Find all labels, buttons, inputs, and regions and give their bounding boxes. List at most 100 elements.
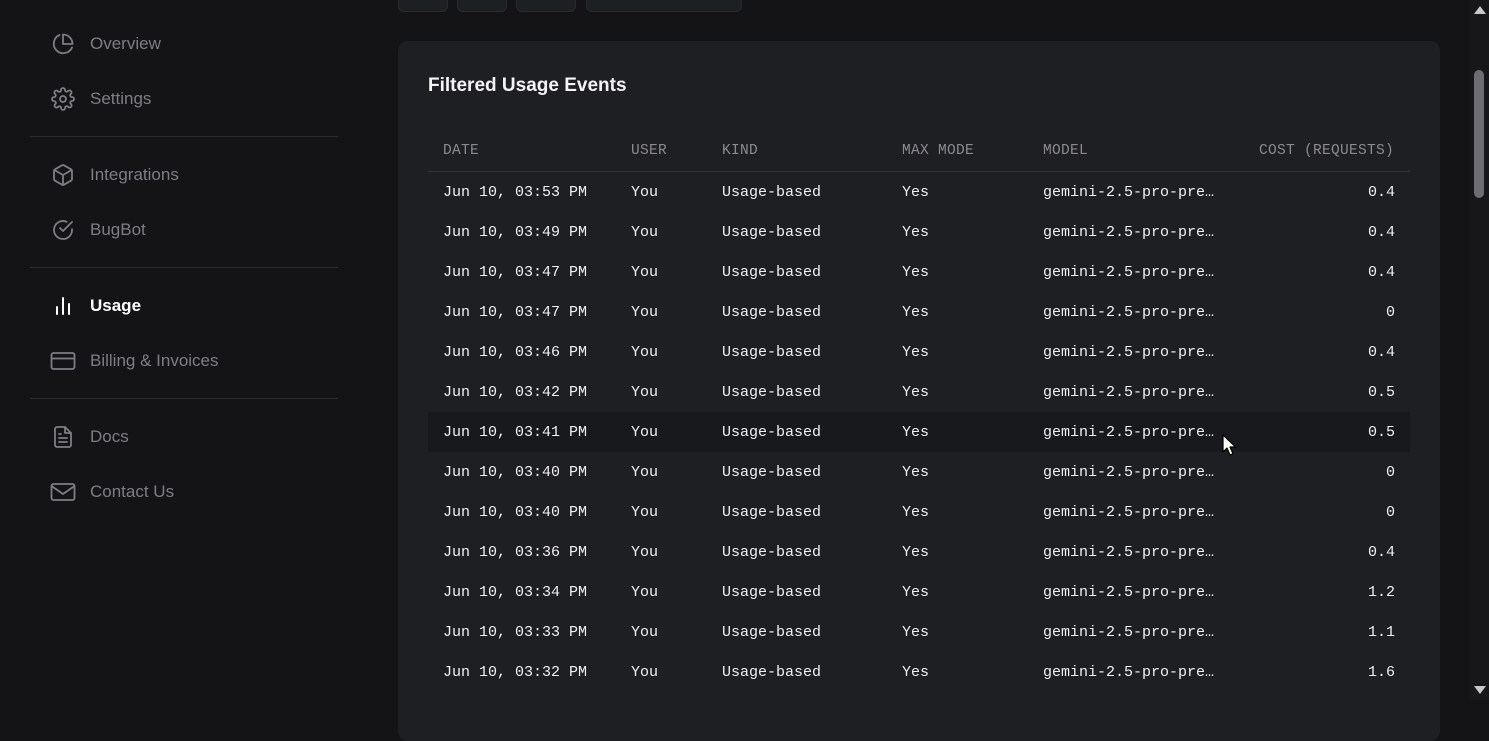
table-row[interactable]: Jun 10, 03:40 PM You Usage-based Yes gemini-… [428,492,1410,532]
sidebar-divider [30,136,338,137]
sidebar-item-settings[interactable]: Settings [50,81,151,117]
table-row[interactable]: Jun 10, 03:53 PM You Usage-based Yes gemini-… [428,172,1410,212]
sidebar-divider [30,398,338,399]
cell-user: You [631,223,659,241]
cell-model: gemini-2.5-pro-pre… [1043,503,1215,521]
cell-cost: 0.5 [1367,423,1395,441]
cell-date: Jun 10, 03:53 PM [443,183,588,201]
cell-kind: Usage-based [722,383,822,401]
cell-date: Jun 10, 03:40 PM [443,503,588,521]
cell-max-mode: Yes [902,183,930,201]
cell-model: gemini-2.5-pro-pre… [1043,463,1215,481]
cell-user: You [631,383,659,401]
cell-user: You [631,503,659,521]
cell-kind: Usage-based [722,463,822,481]
cell-date: Jun 10, 03:47 PM [443,263,588,281]
sidebar-item-label: Overview [90,34,161,53]
table-row[interactable]: Jun 10, 03:42 PM You Usage-based Yes gemini-… [428,372,1410,412]
table-row[interactable]: Jun 10, 03:41 PM You Usage-based Yes gemini-… [428,412,1410,452]
scroll-up-arrow-icon[interactable] [1474,6,1486,14]
sidebar-item-integrations[interactable]: Integrations [50,157,179,193]
sidebar-item-overview[interactable]: Overview [50,26,161,62]
sidebar-item-label: Settings [90,89,152,108]
table-row[interactable]: Jun 10, 03:46 PM You Usage-based Yes gemini-… [428,332,1410,372]
cell-kind: Usage-based [722,303,822,321]
cell-cost: 0 [1385,303,1395,321]
cell-max-mode: Yes [902,263,930,281]
cell-kind: Usage-based [722,543,822,561]
cell-max-mode: Yes [902,623,930,641]
box-icon [50,162,76,188]
cell-cost: 1.6 [1367,663,1395,681]
filter-pill-3[interactable] [516,0,576,12]
document-icon [50,424,76,450]
cell-kind: Usage-based [722,423,822,441]
gear-icon [50,86,76,112]
column-header-cost[interactable]: COST (REQUESTS) [1215,143,1410,159]
sidebar-divider [30,267,338,268]
cell-max-mode: Yes [902,423,930,441]
cell-user: You [631,263,659,281]
column-header-kind[interactable]: KIND [722,143,902,159]
cell-max-mode: Yes [902,383,930,401]
table-row[interactable]: Jun 10, 03:40 PM You Usage-based Yes gemini-… [428,452,1410,492]
table-row[interactable]: Jun 10, 03:33 PM You Usage-based Yes gemini-… [428,612,1410,652]
cell-kind: Usage-based [722,583,822,601]
cell-max-mode: Yes [902,343,930,361]
sidebar-item-docs[interactable]: Docs [50,419,129,455]
table-row[interactable]: Jun 10, 03:36 PM You Usage-based Yes gemini-… [428,532,1410,572]
cell-user: You [631,303,659,321]
cell-model: gemini-2.5-pro-pre… [1043,343,1215,361]
sidebar-item-label: Billing & Invoices [90,351,219,370]
cell-model: gemini-2.5-pro-pre… [1043,623,1215,641]
cell-user: You [631,463,659,481]
cell-max-mode: Yes [902,583,930,601]
table-row[interactable]: Jun 10, 03:47 PM You Usage-based Yes gemini-… [428,252,1410,292]
sidebar: Overview Settings Integrations BugBot Us… [30,0,338,700]
filter-pill-4[interactable] [586,0,742,12]
cell-cost: 0.4 [1367,343,1395,361]
cell-user: You [631,343,659,361]
cell-max-mode: Yes [902,663,930,681]
check-circle-icon [50,217,76,243]
table-row[interactable]: Jun 10, 03:47 PM You Usage-based Yes gemini-… [428,292,1410,332]
cell-date: Jun 10, 03:49 PM [443,223,588,241]
cell-cost: 1.1 [1367,623,1395,641]
mouse-cursor-icon [1222,434,1237,461]
sidebar-item-label: Usage [90,296,142,315]
cell-model: gemini-2.5-pro-pre… [1043,183,1215,201]
column-header-user[interactable]: USER [631,143,722,159]
sidebar-item-label: BugBot [90,220,146,239]
sidebar-item-bugbot[interactable]: BugBot [50,212,146,248]
cell-max-mode: Yes [902,503,930,521]
sidebar-item-billing[interactable]: Billing & Invoices [50,343,219,379]
table-header: DATE USER KIND MAX MODE MODEL COST (REQU… [428,131,1410,172]
sidebar-item-contact[interactable]: Contact Us [50,474,174,510]
cell-date: Jun 10, 03:40 PM [443,463,588,481]
column-header-max-mode[interactable]: MAX MODE [902,143,1043,159]
column-header-model[interactable]: MODEL [1043,143,1215,159]
credit-card-icon [50,348,76,374]
sidebar-item-usage[interactable]: Usage [50,288,141,324]
cell-model: gemini-2.5-pro-pre… [1043,223,1215,241]
table-row[interactable]: Jun 10, 03:49 PM You Usage-based Yes gemini-… [428,212,1410,252]
card-title: Filtered Usage Events [428,75,627,96]
cell-max-mode: Yes [902,223,930,241]
cell-model: gemini-2.5-pro-pre… [1043,583,1215,601]
cell-kind: Usage-based [722,623,822,641]
cell-model: gemini-2.5-pro-pre… [1043,383,1215,401]
usage-events-table: DATE USER KIND MAX MODE MODEL COST (REQU… [428,131,1410,692]
column-header-date[interactable]: DATE [428,143,631,159]
table-row[interactable]: Jun 10, 03:34 PM You Usage-based Yes gemini-… [428,572,1410,612]
table-row[interactable]: Jun 10, 03:32 PM You Usage-based Yes gemini-… [428,652,1410,692]
cell-user: You [631,583,659,601]
cell-user: You [631,623,659,641]
scrollbar[interactable] [1469,0,1489,700]
filter-pill-1[interactable] [398,0,448,12]
scroll-down-arrow-icon[interactable] [1474,686,1486,694]
filter-pill-2[interactable] [457,0,507,12]
cell-date: Jun 10, 03:33 PM [443,623,588,641]
sidebar-item-label: Integrations [90,165,179,184]
cell-cost: 0 [1385,503,1395,521]
scrollbar-thumb[interactable] [1474,70,1484,198]
